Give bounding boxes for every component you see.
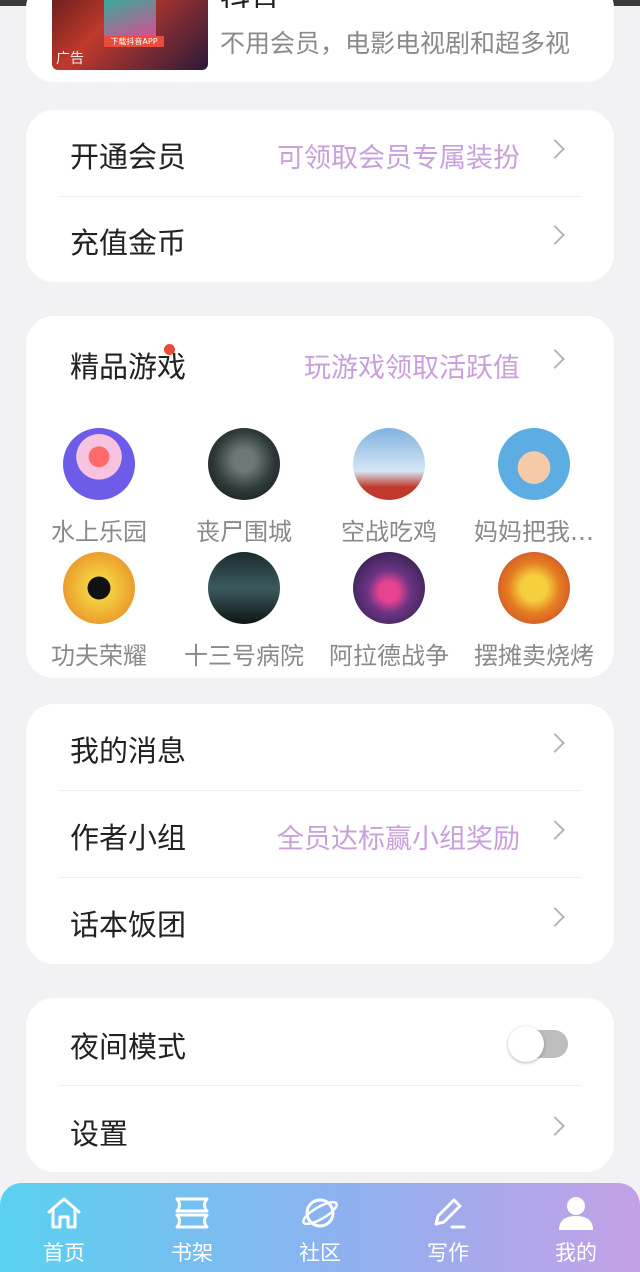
bottom-nav: 首页 书架 社区 写作 我的 xyxy=(0,1183,640,1272)
tab-label: 我的 xyxy=(555,1241,597,1265)
settings-row[interactable]: 设置 xyxy=(26,1087,614,1172)
tab-label: 首页 xyxy=(43,1241,85,1265)
planet-icon xyxy=(256,1193,384,1233)
pen-icon xyxy=(384,1193,512,1233)
air-battle-icon xyxy=(353,428,425,500)
night-mode-toggle[interactable] xyxy=(508,1026,568,1062)
kungfu-icon xyxy=(63,552,135,624)
settings-card: 夜间模式 设置 xyxy=(26,998,614,1172)
game-name: 空战吃鸡 xyxy=(341,518,437,546)
water-park-icon xyxy=(63,428,135,500)
ad-card[interactable]: 下载抖音APP 广告 抖音 不用会员，电影电视剧和超多视 xyxy=(26,0,614,82)
game-name: 丧尸围城 xyxy=(196,518,292,546)
game-name: 摆摊卖烧烤 xyxy=(474,642,594,670)
game-item-air-battle[interactable]: 空战吃鸡 xyxy=(316,428,462,547)
chevron-right-icon xyxy=(545,1116,565,1136)
zombie-icon xyxy=(208,428,280,500)
games-hint: 玩游戏领取活跃值 xyxy=(304,353,520,384)
ad-title: 抖音 xyxy=(220,0,280,8)
tab-label: 写作 xyxy=(427,1241,469,1265)
chevron-right-icon xyxy=(545,225,565,245)
messages-row[interactable]: 我的消息 xyxy=(26,704,614,791)
user-icon xyxy=(512,1193,640,1233)
toggle-knob xyxy=(508,1026,544,1062)
messages-label: 我的消息 xyxy=(70,734,187,768)
fan-club-row[interactable]: 话本饭团 xyxy=(26,878,614,964)
game-name: 妈妈把我… xyxy=(474,518,594,546)
game-item-hospital[interactable]: 十三号病院 xyxy=(171,552,317,671)
recharge-row[interactable]: 充值金币 xyxy=(26,196,614,282)
home-icon xyxy=(0,1193,128,1233)
bbq-icon xyxy=(498,552,570,624)
night-mode-row: 夜间模式 xyxy=(26,1000,614,1087)
mom-game-icon xyxy=(498,428,570,500)
notification-dot xyxy=(164,344,175,355)
chevron-right-icon xyxy=(545,907,565,927)
ad-tag: 广告 xyxy=(56,51,84,67)
game-item-arad-war[interactable]: 阿拉德战争 xyxy=(316,552,462,671)
chevron-right-icon xyxy=(545,349,565,369)
open-vip-hint: 可领取会员专属装扮 xyxy=(277,143,520,174)
game-item-bbq[interactable]: 摆摊卖烧烤 xyxy=(461,552,607,671)
game-item-zombie[interactable]: 丧尸围城 xyxy=(171,428,317,547)
fan-club-label: 话本饭团 xyxy=(70,908,187,942)
games-header-row[interactable]: 精品游戏 玩游戏领取活跃值 xyxy=(26,320,614,407)
social-card: 我的消息 作者小组 全员达标赢小组奖励 话本饭团 xyxy=(26,704,614,964)
tab-bookshelf[interactable]: 书架 xyxy=(128,1183,256,1272)
tab-write[interactable]: 写作 xyxy=(384,1183,512,1272)
chevron-right-icon xyxy=(545,733,565,753)
game-name: 阿拉德战争 xyxy=(329,642,449,670)
settings-label: 设置 xyxy=(70,1117,129,1151)
chevron-right-icon xyxy=(545,820,565,840)
ad-thumbnail: 下载抖音APP 广告 xyxy=(52,0,208,70)
arad-war-icon xyxy=(353,552,425,624)
hospital-icon xyxy=(208,552,280,624)
games-card: 精品游戏 玩游戏领取活跃值 水上乐园 丧尸围城 空战吃鸡 妈妈把我… 功夫荣耀 … xyxy=(26,316,614,678)
membership-card: 开通会员 可领取会员专属装扮 充值金币 xyxy=(26,110,614,282)
game-name: 十三号病院 xyxy=(184,642,304,670)
tab-profile[interactable]: 我的 xyxy=(512,1183,640,1272)
bookshelf-icon xyxy=(128,1193,256,1233)
tab-label: 社区 xyxy=(299,1241,341,1265)
divider xyxy=(58,1085,582,1086)
tab-home[interactable]: 首页 xyxy=(0,1183,128,1272)
recharge-label: 充值金币 xyxy=(70,226,187,260)
ad-poster-label: 下载抖音APP xyxy=(104,36,164,47)
game-item-kungfu[interactable]: 功夫荣耀 xyxy=(26,552,172,671)
tab-community[interactable]: 社区 xyxy=(256,1183,384,1272)
author-group-label: 作者小组 xyxy=(70,821,187,855)
open-vip-row[interactable]: 开通会员 可领取会员专属装扮 xyxy=(26,110,614,197)
game-name: 功夫荣耀 xyxy=(51,642,147,670)
night-mode-label: 夜间模式 xyxy=(70,1030,187,1064)
chevron-right-icon xyxy=(545,139,565,159)
game-name: 水上乐园 xyxy=(51,518,147,546)
author-group-hint: 全员达标赢小组奖励 xyxy=(277,824,520,855)
game-item-mom-game[interactable]: 妈妈把我… xyxy=(461,428,607,547)
game-item-water-park[interactable]: 水上乐园 xyxy=(26,428,172,547)
ad-description: 不用会员，电影电视剧和超多视 xyxy=(220,29,571,58)
tab-label: 书架 xyxy=(171,1241,213,1265)
author-group-row[interactable]: 作者小组 全员达标赢小组奖励 xyxy=(26,791,614,878)
open-vip-label: 开通会员 xyxy=(70,140,187,174)
